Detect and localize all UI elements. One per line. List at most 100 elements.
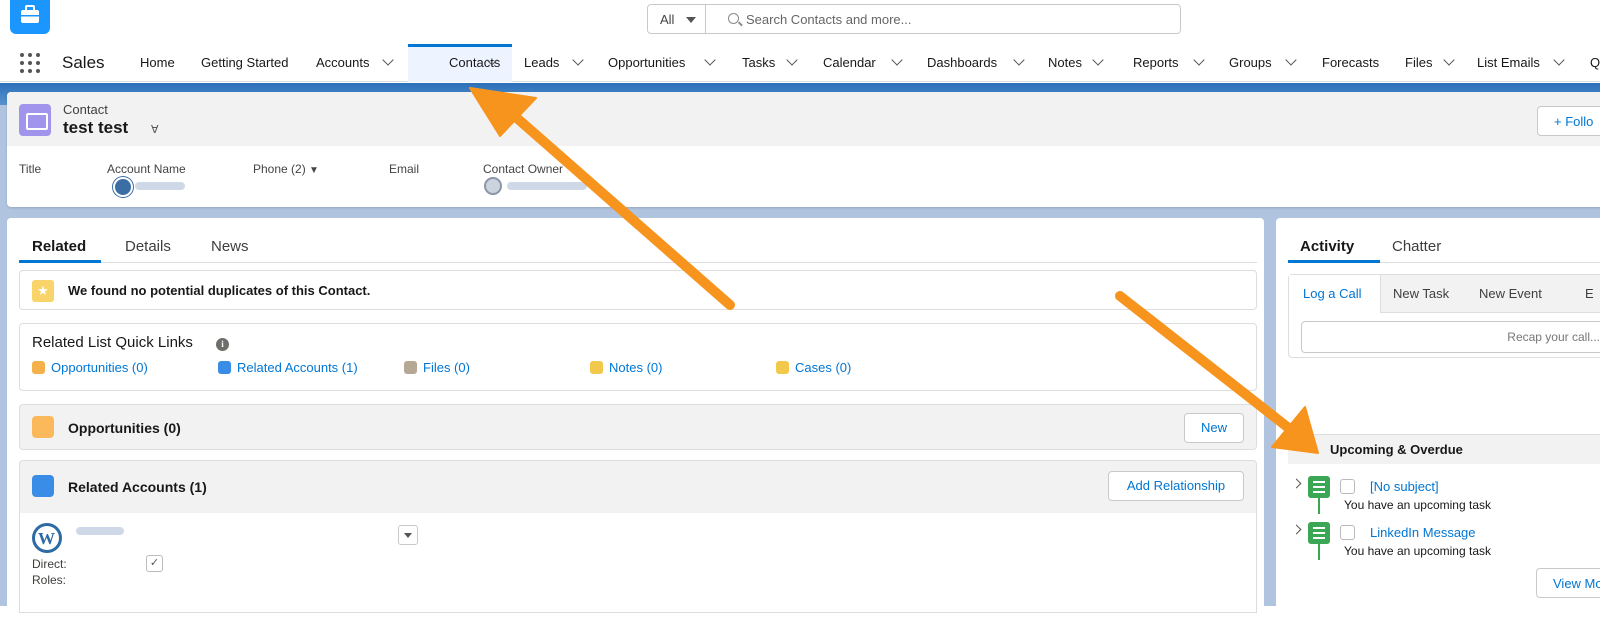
- task-subject-link[interactable]: [No subject]: [1370, 479, 1439, 494]
- quick-link-files[interactable]: Files (0): [404, 360, 470, 375]
- duplicate-person-icon: ★: [32, 280, 54, 302]
- account-icon: [218, 361, 231, 374]
- task-complete-checkbox[interactable]: [1340, 525, 1355, 540]
- chevron-down-icon: [1193, 54, 1205, 66]
- quick-link-cases[interactable]: Cases (0): [776, 360, 851, 375]
- nav-item-notes[interactable]: Notes: [1048, 44, 1104, 82]
- recap-call-input[interactable]: Recap your call...: [1301, 321, 1600, 353]
- record-type-label: Contact: [63, 102, 108, 117]
- note-icon: [590, 361, 603, 374]
- chevron-down-icon: [382, 54, 394, 66]
- quick-link-related-accounts[interactable]: Related Accounts (1): [218, 360, 358, 375]
- nav-item-getting-started[interactable]: Getting Started: [201, 44, 288, 82]
- related-panel: Related Details News ★ We found no poten…: [7, 218, 1264, 618]
- task-subject-link[interactable]: LinkedIn Message: [1370, 525, 1476, 540]
- nav-item-groups[interactable]: Groups: [1229, 44, 1299, 82]
- case-icon: [776, 361, 789, 374]
- roles-label: Roles:: [32, 573, 67, 587]
- chevron-down-icon: [572, 54, 584, 66]
- nav-item-opportunities[interactable]: Opportunities: [608, 44, 718, 82]
- search-scope-select[interactable]: All: [648, 5, 706, 33]
- upcoming-overdue-section[interactable]: Upcoming & Overdue: [1288, 434, 1600, 464]
- chevron-right-icon[interactable]: [1291, 524, 1302, 535]
- global-header: All: [0, 0, 1600, 44]
- nav-item-more[interactable]: Q: [1590, 44, 1600, 82]
- account-icon: [32, 475, 54, 497]
- contact-owner-link[interactable]: [507, 182, 587, 190]
- add-relationship-button[interactable]: Add Relationship: [1108, 471, 1244, 501]
- tab-details[interactable]: Details: [125, 238, 171, 255]
- chevron-down-icon: [1285, 54, 1297, 66]
- task-complete-checkbox[interactable]: [1340, 479, 1355, 494]
- chevron-down-icon: [786, 54, 798, 66]
- quick-links-title: Related List Quick Links: [32, 334, 193, 351]
- caret-down-icon: ▼: [309, 165, 319, 176]
- tab-chatter[interactable]: Chatter: [1392, 238, 1441, 255]
- opportunity-icon: [32, 361, 45, 374]
- follow-button[interactable]: + Follo: [1537, 106, 1600, 136]
- opportunities-card: Opportunities (0) New: [19, 404, 1257, 450]
- search-input[interactable]: [746, 5, 1166, 33]
- app-launcher-icon[interactable]: [20, 53, 40, 73]
- wordpress-logo: [32, 523, 62, 553]
- nav-item-dashboards[interactable]: Dashboards: [927, 44, 1027, 82]
- record-header: Contact test test Ɐ + Follo Title Accoun…: [7, 92, 1600, 207]
- nav-item-list-emails[interactable]: List Emails: [1477, 44, 1567, 82]
- nav-item-forecasts[interactable]: Forecasts: [1322, 44, 1379, 82]
- quick-links-card: Related List Quick Links i Opportunities…: [19, 323, 1257, 391]
- file-icon: [404, 361, 417, 374]
- duplicates-message: We found no potential duplicates of this…: [68, 283, 371, 298]
- tab-new-task[interactable]: New Task: [1393, 286, 1449, 301]
- nav-item-tasks[interactable]: Tasks: [742, 44, 798, 82]
- nav-item-reports[interactable]: Reports: [1133, 44, 1205, 82]
- duplicates-card: ★ We found no potential duplicates of th…: [19, 270, 1257, 310]
- task-description: You have an upcoming task: [1344, 544, 1491, 558]
- chevron-right-icon[interactable]: [1291, 478, 1302, 489]
- task-icon: [1308, 522, 1330, 544]
- account-name-link[interactable]: [135, 182, 185, 190]
- nav-item-contacts[interactable]: Contacts: [408, 44, 512, 82]
- tab-activity[interactable]: Activity: [1300, 238, 1354, 255]
- org-logo[interactable]: [10, 0, 50, 34]
- row-actions-menu[interactable]: [398, 525, 418, 545]
- field-label-account-name: Account Name: [107, 162, 186, 176]
- nav-item-accounts[interactable]: Accounts: [316, 44, 396, 82]
- field-label-title: Title: [19, 162, 42, 176]
- task-icon: [1308, 476, 1330, 498]
- related-account-row: Direct: ✓ Roles:: [19, 513, 1257, 613]
- record-name: test test: [63, 118, 129, 137]
- info-icon[interactable]: i: [216, 338, 229, 351]
- chevron-down-icon: [1013, 54, 1025, 66]
- crown-icon: [32, 416, 54, 438]
- chevron-down-icon: [704, 54, 716, 66]
- new-opportunity-button[interactable]: New: [1184, 413, 1244, 443]
- view-more-button[interactable]: View Mo: [1536, 568, 1600, 598]
- hierarchy-icon[interactable]: Ɐ: [151, 123, 159, 136]
- chevron-down-icon: [1443, 54, 1455, 66]
- nav-item-files[interactable]: Files: [1405, 44, 1459, 82]
- tab-related[interactable]: Related: [32, 238, 86, 255]
- related-account-link[interactable]: [76, 527, 124, 535]
- nav-item-calendar[interactable]: Calendar: [823, 44, 903, 82]
- chevron-down-icon: [891, 54, 903, 66]
- global-search: All: [647, 4, 1181, 34]
- chevron-down-icon: [1092, 54, 1104, 66]
- nav-item-home[interactable]: Home: [140, 44, 175, 82]
- quick-link-opportunities[interactable]: Opportunities (0): [32, 360, 148, 375]
- search-scope-label: All: [660, 12, 675, 27]
- related-accounts-title: Related Accounts (1): [68, 479, 207, 495]
- upcoming-overdue-label: Upcoming & Overdue: [1330, 442, 1463, 457]
- quick-link-notes[interactable]: Notes (0): [590, 360, 662, 375]
- tab-news[interactable]: News: [211, 238, 249, 255]
- opportunities-title: Opportunities (0): [68, 420, 181, 436]
- tab-new-event[interactable]: New Event: [1479, 286, 1542, 301]
- app-name: Sales: [62, 53, 105, 72]
- tab-log-a-call[interactable]: Log a Call: [1289, 275, 1381, 313]
- related-accounts-card: Related Accounts (1) Add Relationship: [19, 460, 1257, 514]
- contact-icon: [19, 104, 51, 136]
- tab-email[interactable]: E: [1585, 286, 1594, 301]
- app-nav-bar: Sales Home Getting Started Accounts Cont…: [0, 44, 1600, 82]
- nav-item-leads[interactable]: Leads: [524, 44, 586, 82]
- field-label-phone[interactable]: Phone (2) ▼: [253, 162, 319, 176]
- activity-panel: Activity Chatter Log a Call New Task New…: [1276, 218, 1600, 618]
